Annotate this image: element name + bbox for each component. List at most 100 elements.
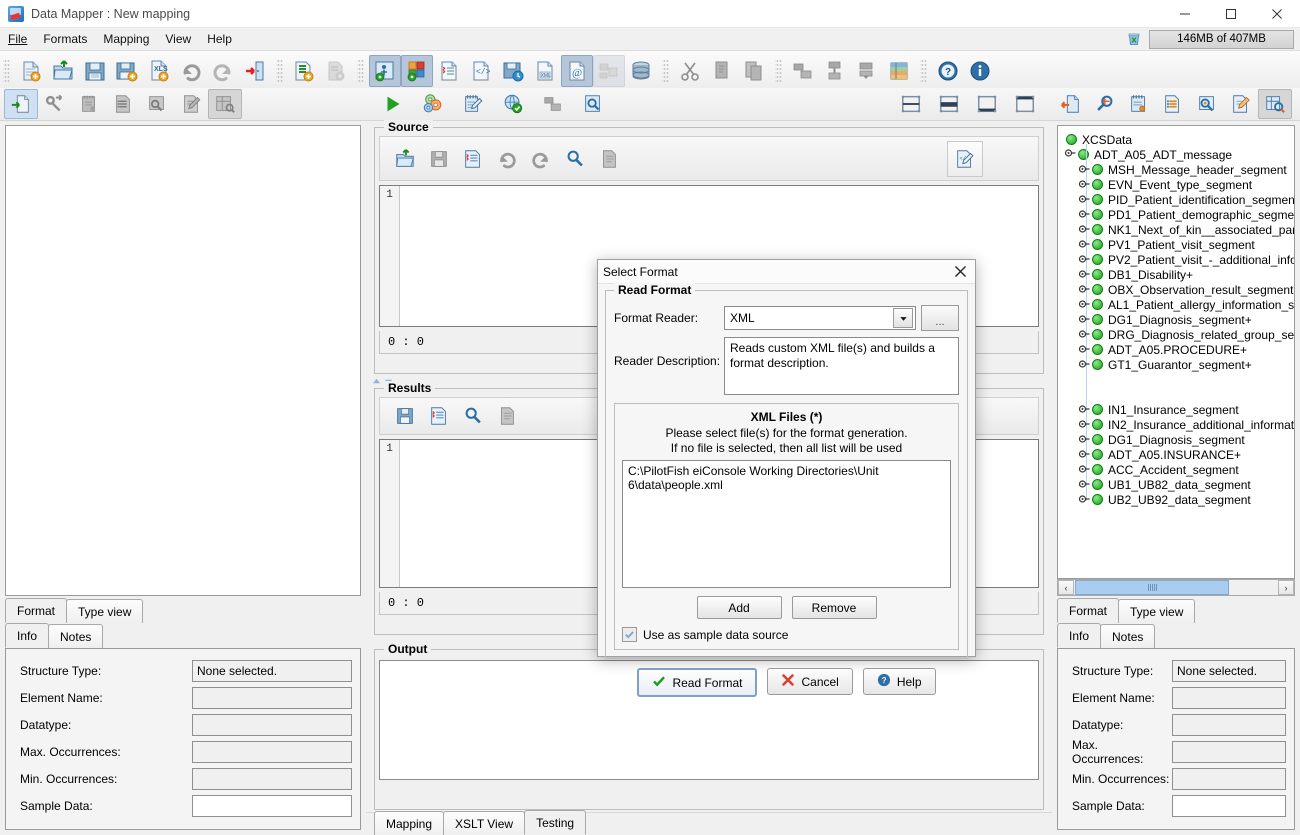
- source-undo-button[interactable]: [490, 142, 524, 176]
- show-target-tree-button[interactable]: [401, 54, 433, 87]
- expand-handle-icon[interactable]: [1078, 193, 1091, 206]
- export-xls-button[interactable]: XLS: [143, 55, 175, 87]
- menu-mapping[interactable]: Mapping: [95, 30, 157, 48]
- source-format-tree[interactable]: [5, 125, 361, 596]
- expand-handle-icon[interactable]: [1078, 418, 1091, 431]
- toolbar-grip-5[interactable]: [775, 57, 782, 84]
- tab-info-target[interactable]: Info: [1057, 623, 1102, 648]
- toolbar-grip[interactable]: [3, 57, 10, 84]
- layout-middle-icon[interactable]: [932, 89, 966, 119]
- xml-document-button[interactable]: XML: [529, 55, 561, 87]
- configure-test-button[interactable]: [416, 89, 450, 119]
- tree-segment-node[interactable]: ADT_A05.PROCEDURE+: [1058, 342, 1294, 357]
- validate-button[interactable]: [433, 55, 465, 87]
- tree-segment-node[interactable]: UB2_UB92_data_segment: [1058, 492, 1294, 507]
- edit-notes-button[interactable]: [456, 89, 490, 119]
- menu-help[interactable]: Help: [199, 30, 240, 48]
- list-item[interactable]: C:\PilotFish eiConsole Working Directori…: [626, 463, 947, 493]
- results-validate-button[interactable]: [422, 399, 456, 433]
- source-redo-button[interactable]: [524, 142, 558, 176]
- table-view-button[interactable]: [883, 55, 915, 87]
- target-preview-button[interactable]: [1190, 89, 1224, 119]
- browse-reader-button[interactable]: ...: [921, 305, 959, 331]
- run-test-button[interactable]: [376, 89, 410, 119]
- expand-handle-icon[interactable]: [1078, 178, 1091, 191]
- source-open-button[interactable]: [388, 142, 422, 176]
- list-format-button[interactable]: [106, 89, 140, 119]
- web-test-button[interactable]: [496, 89, 530, 119]
- tree-segment-node[interactable]: ACC_Accident_segment: [1058, 462, 1294, 477]
- target-format-tree[interactable]: XCSData ADT_A05_ADT_message MSH_Message_…: [1057, 125, 1295, 579]
- target-tree-hscrollbar[interactable]: ‹ ›: [1057, 579, 1295, 596]
- tab-info[interactable]: Info: [5, 623, 50, 648]
- add-format-button[interactable]: [288, 55, 320, 87]
- info-value-sample-data[interactable]: [1172, 795, 1286, 817]
- align-down-button[interactable]: [851, 55, 883, 87]
- expand-handle-icon[interactable]: [1078, 478, 1091, 491]
- tab-testing[interactable]: Testing: [524, 810, 587, 835]
- help-button[interactable]: ? Help: [862, 668, 936, 695]
- tree-segment-node[interactable]: DG1_Diagnosis_segment+: [1058, 312, 1294, 327]
- memory-usage-bar[interactable]: 146MB of 407MB: [1149, 29, 1294, 49]
- database-button[interactable]: [625, 55, 657, 87]
- layout-full-icon[interactable]: [1008, 89, 1042, 119]
- tab-notes-target[interactable]: Notes: [1100, 624, 1156, 648]
- load-target-format-button[interactable]: [1054, 89, 1088, 119]
- notes-button[interactable]: [72, 89, 106, 119]
- menu-view[interactable]: View: [157, 30, 199, 48]
- expand-handle-icon[interactable]: [1078, 448, 1091, 461]
- tree-segment-node[interactable]: OBX_Observation_result_segment+: [1058, 282, 1294, 297]
- open-mapping-button[interactable]: [47, 55, 79, 87]
- results-save-button[interactable]: [388, 399, 422, 433]
- find-target-button[interactable]: [1088, 89, 1122, 119]
- layout-bottom-icon[interactable]: [970, 89, 1004, 119]
- tab-mapping[interactable]: Mapping: [374, 811, 445, 835]
- tree-segment-node[interactable]: EVN_Event_type_segment: [1058, 177, 1294, 192]
- tab-format-target[interactable]: Format: [1057, 598, 1120, 623]
- sample-data-checkbox[interactable]: [622, 627, 637, 642]
- close-icon[interactable]: [949, 262, 971, 282]
- tree-segment-node[interactable]: IN2_Insurance_additional_informati: [1058, 417, 1294, 432]
- tab-type-view[interactable]: Type view: [66, 599, 144, 623]
- target-tree-table-button[interactable]: [1258, 89, 1292, 119]
- expand-handle-icon[interactable]: [1078, 298, 1091, 311]
- tab-format[interactable]: Format: [5, 598, 68, 623]
- expand-handle-icon[interactable]: [1078, 283, 1091, 296]
- minimize-icon[interactable]: [1162, 0, 1208, 27]
- expand-handle-icon[interactable]: [1078, 433, 1091, 446]
- undo-button[interactable]: [175, 55, 207, 87]
- expand-handle-icon[interactable]: [1078, 253, 1091, 266]
- expand-handle-icon[interactable]: [1078, 208, 1091, 221]
- load-source-format-button[interactable]: [4, 89, 38, 119]
- edit-format-button[interactable]: [174, 89, 208, 119]
- about-button[interactable]: [964, 55, 996, 87]
- source-save-button[interactable]: [422, 142, 456, 176]
- menu-formats[interactable]: Formats: [35, 30, 95, 48]
- info-value-sample-data[interactable]: [192, 795, 352, 817]
- tree-segment-node[interactable]: NK1_Next_of_kin__associated_part: [1058, 222, 1294, 237]
- link-format-button[interactable]: [38, 89, 72, 119]
- structure-test-button[interactable]: [536, 89, 570, 119]
- expand-handle-icon[interactable]: [1078, 223, 1091, 236]
- paste-button[interactable]: [738, 55, 770, 87]
- chevron-down-icon[interactable]: [893, 308, 913, 328]
- toolbar-grip-6[interactable]: [920, 57, 927, 84]
- help-button[interactable]: ?: [932, 55, 964, 87]
- toolbar-grip-4[interactable]: [662, 57, 669, 84]
- save-as-button[interactable]: [111, 55, 143, 87]
- target-edit-button[interactable]: [1224, 89, 1258, 119]
- tree-segment-node[interactable]: UB1_UB82_data_segment: [1058, 477, 1294, 492]
- tree-segment-node[interactable]: MSH_Message_header_segment: [1058, 162, 1294, 177]
- tree-segment-node[interactable]: PV1_Patient_visit_segment: [1058, 237, 1294, 252]
- cut-button[interactable]: [674, 55, 706, 87]
- expand-handle-icon[interactable]: [1078, 403, 1091, 416]
- scroll-left-arrow-icon[interactable]: ‹: [1058, 580, 1074, 595]
- tree-segment-node[interactable]: IN1_Insurance_segment: [1058, 402, 1294, 417]
- email-document-button[interactable]: @: [561, 54, 593, 87]
- scroll-right-arrow-icon[interactable]: ›: [1278, 580, 1294, 595]
- tree-segment-node[interactable]: PID_Patient_identification_segment: [1058, 192, 1294, 207]
- tree-segment-node[interactable]: PV2_Patient_visit_-_additional_info: [1058, 252, 1294, 267]
- source-clear-button[interactable]: [592, 142, 626, 176]
- maximize-icon[interactable]: [1208, 0, 1254, 27]
- tree-segment-node[interactable]: AL1_Patient_allergy_information_se: [1058, 297, 1294, 312]
